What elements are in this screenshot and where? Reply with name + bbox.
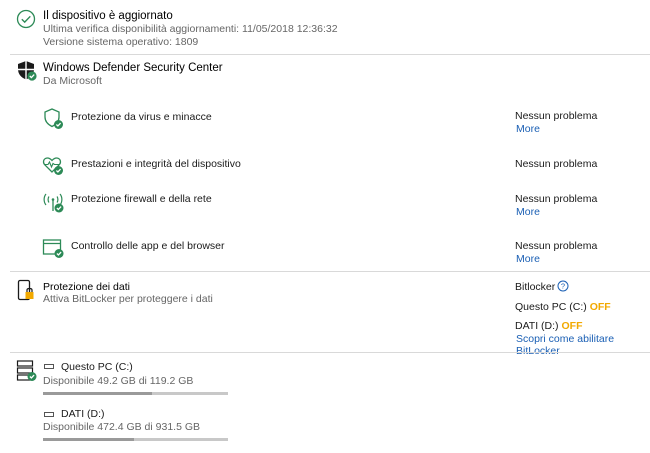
defender-item-label[interactable]: Protezione firewall e della rete (71, 193, 212, 205)
bitlocker-learn-link[interactable]: Scopri come abilitare BitLocker (516, 333, 650, 357)
drive-usage-fill (43, 438, 135, 441)
os-version: Versione sistema operativo: 1809 (43, 36, 199, 48)
data-protection-subtitle: Attiva BitLocker per proteggere i dati (43, 293, 213, 305)
bitlocker-label: Bitlocker (515, 281, 556, 293)
more-link[interactable]: More (516, 206, 540, 218)
update-ok-icon (16, 9, 36, 29)
bitlocker-drive-c-status: OFF (589, 301, 611, 313)
defender-item-status: Nessun problema (515, 158, 598, 170)
app-browser-window-icon (42, 238, 66, 260)
defender-item-status: Nessun problema (515, 240, 598, 252)
drive-name[interactable]: Questo PC (C:) (61, 361, 133, 373)
virus-protection-shield-icon (42, 107, 66, 131)
help-icon[interactable]: ? (557, 280, 569, 292)
bitlocker-drive-c-label: Questo PC (C:) (515, 301, 587, 313)
bitlocker-drive-c: Questo PC (C:) OFF (515, 301, 611, 313)
storage-drives-icon (16, 359, 38, 383)
drive-name[interactable]: DATI (D:) (61, 408, 105, 420)
svg-text:?: ? (561, 282, 565, 291)
defender-shield-icon (16, 60, 38, 82)
bitlocker-drive-d-label: DATI (D:) (515, 320, 559, 332)
defender-item-status: Nessun problema (515, 193, 598, 205)
drive-icon (44, 412, 54, 417)
drive-detail: Disponibile 49.2 GB di 119.2 GB (43, 375, 194, 387)
defender-item-label[interactable]: Controllo delle app e del browser (71, 240, 225, 252)
drive-usage-bar (43, 392, 228, 395)
drive-icon (44, 364, 54, 369)
drive-usage-bar (43, 438, 228, 441)
drive-usage-fill (43, 392, 152, 395)
more-link[interactable]: More (516, 253, 540, 265)
update-last-check: Ultima verifica disponibilità aggiorname… (43, 23, 338, 35)
bitlocker-drive-d: DATI (D:) OFF (515, 320, 582, 332)
phone-lock-icon (17, 279, 37, 303)
divider (10, 352, 650, 353)
device-health-heart-icon (42, 155, 66, 177)
defender-publisher: Da Microsoft (43, 75, 102, 87)
divider (10, 271, 650, 272)
update-title: Il dispositivo è aggiornato (43, 10, 173, 22)
defender-title: Windows Defender Security Center (43, 62, 223, 74)
defender-item-label[interactable]: Protezione da virus e minacce (71, 111, 212, 123)
data-protection-title: Protezione dei dati (43, 281, 130, 293)
bitlocker-drive-d-status: OFF (561, 320, 583, 332)
defender-item-label[interactable]: Prestazioni e integrità del dispositivo (71, 158, 241, 170)
drive-detail: Disponibile 472.4 GB di 931.5 GB (43, 421, 201, 433)
more-link[interactable]: More (516, 123, 540, 135)
defender-item-status: Nessun problema (515, 110, 598, 122)
firewall-antenna-icon (41, 190, 67, 214)
divider (10, 54, 650, 55)
